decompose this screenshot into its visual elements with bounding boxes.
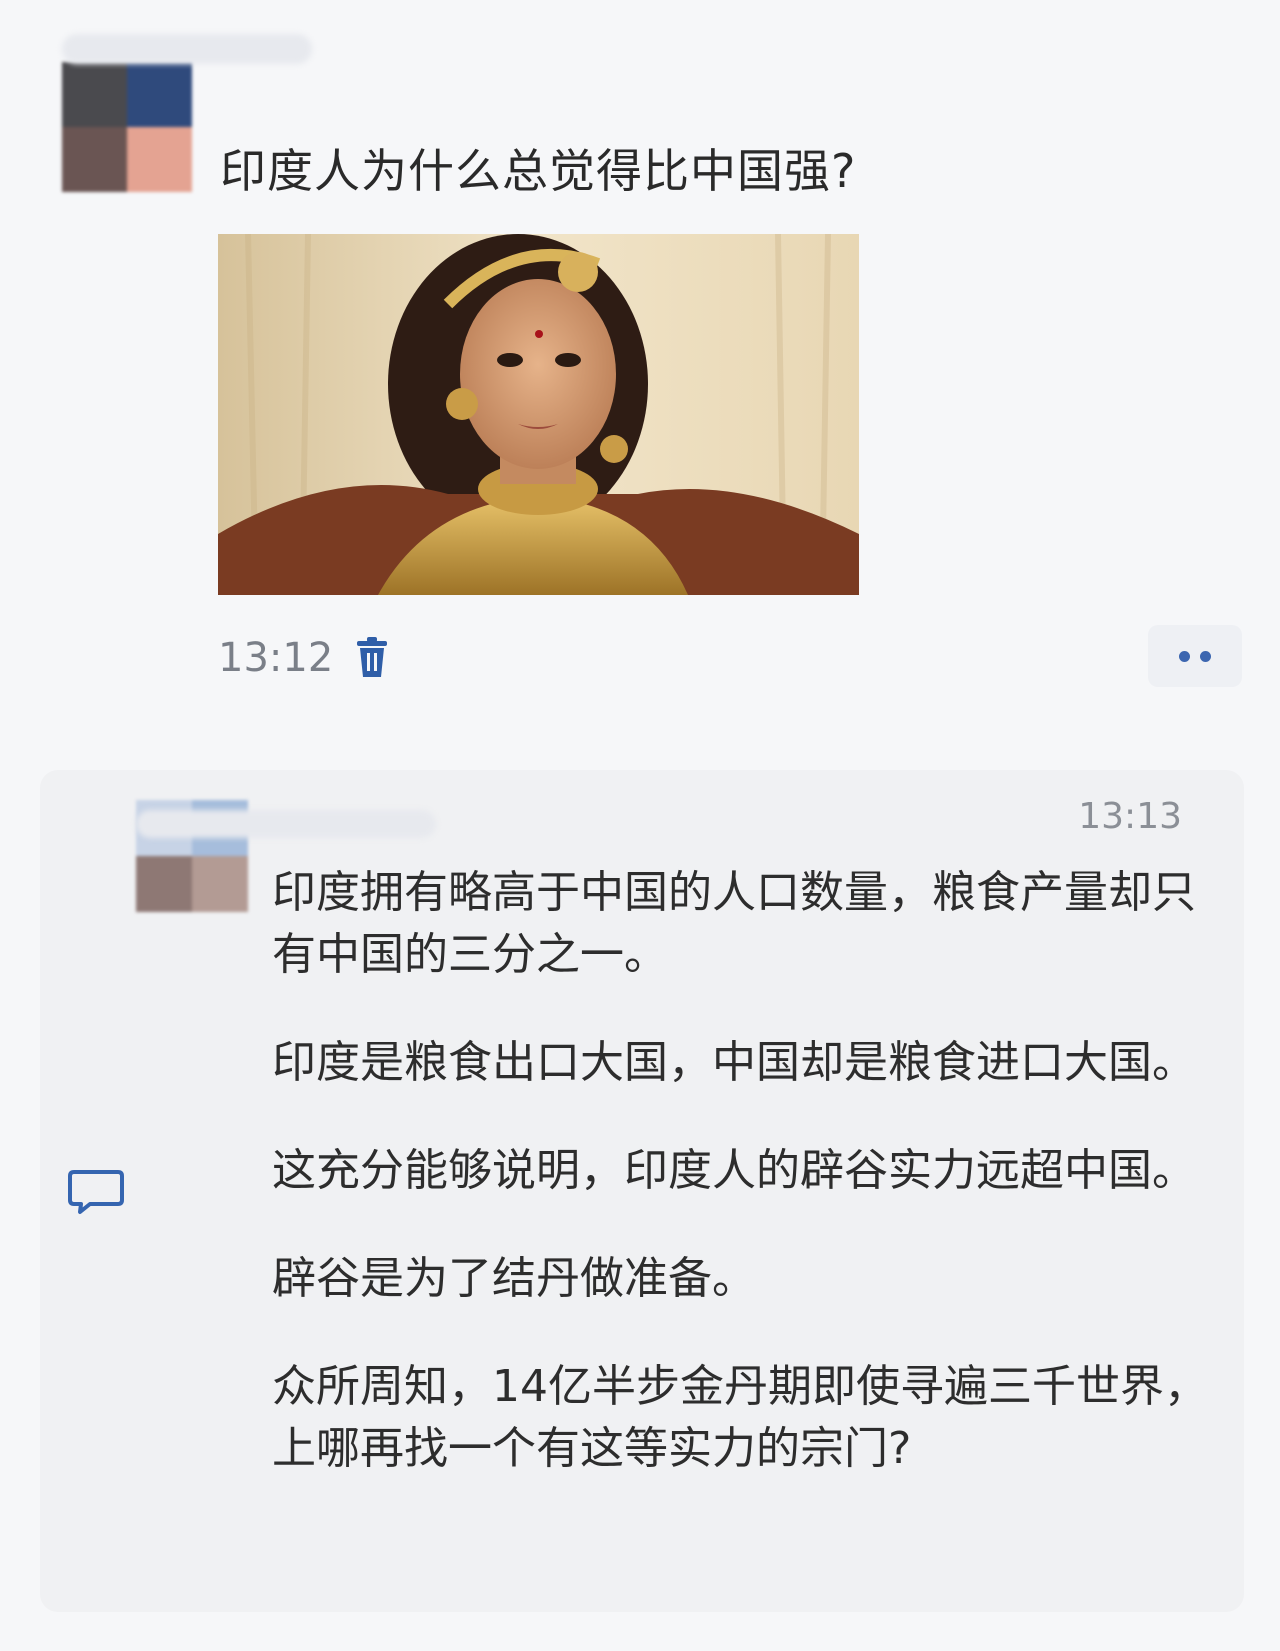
- answer-card: 13:13 印度拥有略高于中国的人口数量，粮食产量却只有中国的三分之一。 印度是…: [40, 770, 1244, 1612]
- question-time: 13:12: [218, 635, 334, 681]
- question-image[interactable]: [218, 234, 859, 595]
- more-dots-icon[interactable]: [1148, 625, 1242, 687]
- question-title[interactable]: 印度人为什么总觉得比中国强?: [220, 135, 856, 201]
- comment-icon[interactable]: [68, 1168, 124, 1216]
- answer-paragraph: 这充分能够说明，印度人的辟谷实力远超中国。: [272, 1145, 1196, 1196]
- question-meta: 13:12: [218, 635, 389, 681]
- answer-time: 13:13: [1078, 796, 1182, 837]
- dot: [1200, 650, 1211, 662]
- asker-name-redacted: [62, 34, 312, 64]
- asker-avatar[interactable]: [62, 62, 192, 192]
- answerer-name-redacted: [136, 810, 436, 838]
- trash-icon[interactable]: [355, 637, 389, 679]
- answer-paragraph: 众所周知，14亿半步金丹期即使寻遍三千世界，上哪再找一个有这等实力的宗门?: [272, 1361, 1208, 1474]
- dot: [1179, 650, 1190, 662]
- answer-body: 印度拥有略高于中国的人口数量，粮食产量却只有中国的三分之一。 印度是粮食出口大国…: [272, 862, 1222, 1526]
- answer-paragraph: 辟谷是为了结丹做准备。: [272, 1253, 756, 1304]
- answer-paragraph: 印度是粮食出口大国，中国却是粮食进口大国。: [272, 1037, 1196, 1088]
- answer-paragraph: 印度拥有略高于中国的人口数量，粮食产量却只有中国的三分之一。: [272, 867, 1196, 980]
